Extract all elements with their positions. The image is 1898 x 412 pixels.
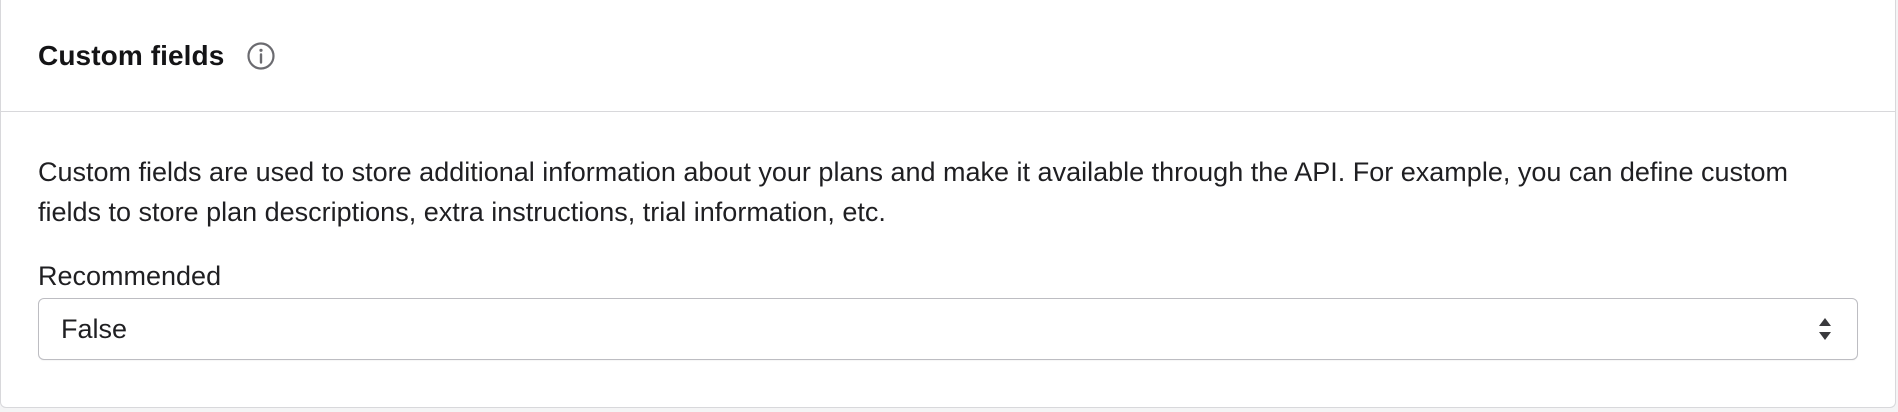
card-body: Custom fields are used to store addition… bbox=[1, 112, 1895, 360]
custom-fields-card: Custom fields Custom fields are used to … bbox=[0, 0, 1896, 408]
recommended-label: Recommended bbox=[38, 261, 222, 291]
select-caret-icon bbox=[1819, 318, 1831, 340]
recommended-select-value: False bbox=[61, 313, 128, 344]
section-description: Custom fields are used to store addition… bbox=[38, 157, 1788, 227]
info-circle-icon bbox=[247, 41, 276, 70]
info-icon[interactable] bbox=[246, 41, 276, 71]
section-title: Custom fields bbox=[38, 39, 225, 71]
recommended-select[interactable]: False bbox=[38, 298, 1858, 360]
card-header: Custom fields bbox=[1, 0, 1895, 112]
